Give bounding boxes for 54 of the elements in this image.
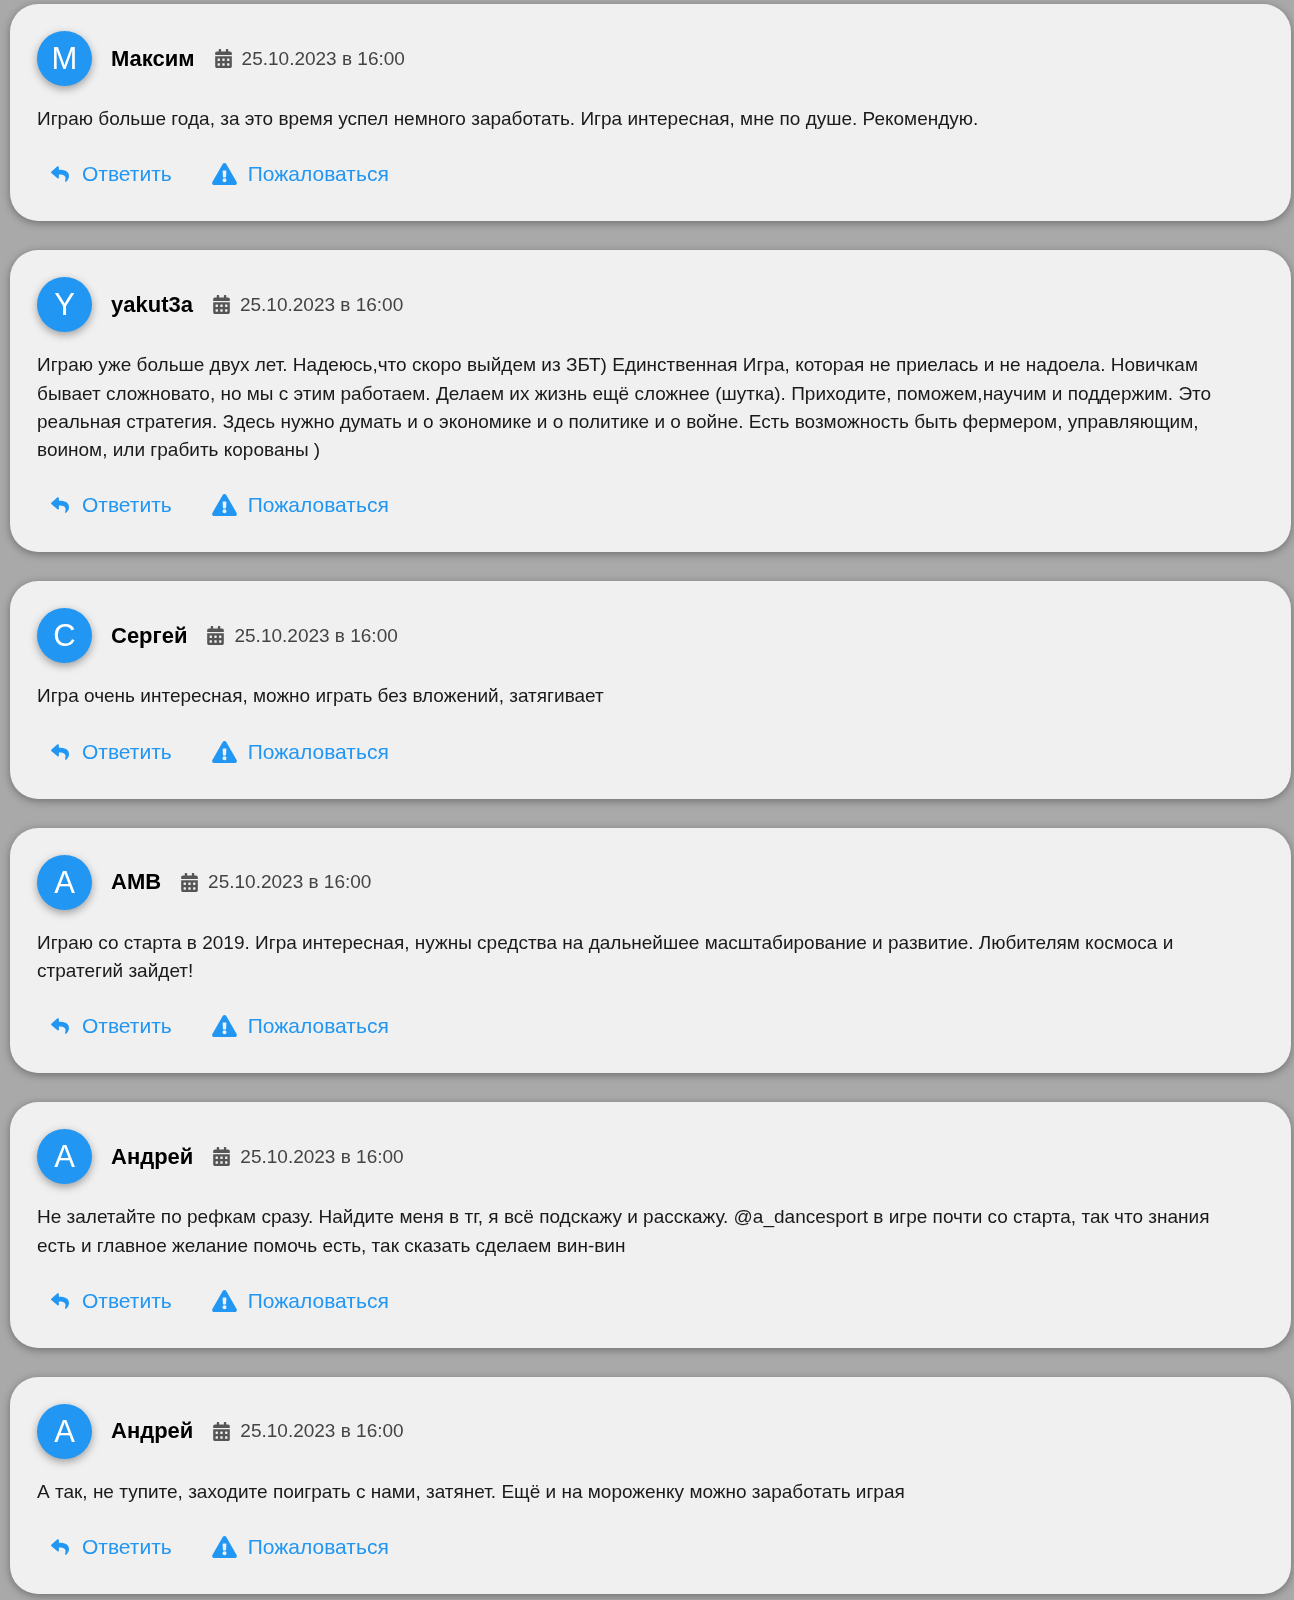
reply-link[interactable]: Ответить <box>37 1277 184 1324</box>
warning-icon <box>211 1289 237 1312</box>
reply-icon <box>49 1538 71 1557</box>
calendar-icon <box>212 295 230 315</box>
calendar-icon <box>213 1421 231 1441</box>
report-link[interactable]: Пожаловаться <box>199 151 401 198</box>
reply-link[interactable]: Ответить <box>37 1524 184 1571</box>
comment-text: Играю со старта в 2019. Игра интересная, нужны средства на дальнейшее масштабирование и развитие. Любителям космоса и стратегий зайдет! <box>37 930 1175 984</box>
reply-icon <box>49 1291 71 1310</box>
comment-text: А так, не тупите, заходите поиграть с нами, затянет. Ещё и на мороженку можно заработать играя <box>37 1479 906 1504</box>
avatar: А <box>37 1129 92 1185</box>
reply-link[interactable]: Ответить <box>37 151 184 198</box>
avatar: М <box>37 31 92 86</box>
author-name: Андрей <box>111 1417 194 1446</box>
comment-text: Играю больше года, за это время успел немного заработать. Игра интересная, мне по душе. Рекомендую. <box>37 107 980 131</box>
reply-icon <box>49 496 71 515</box>
calendar-icon <box>181 872 199 892</box>
avatar: А <box>37 854 92 910</box>
comment-date: 25.10.2023 в 16:00 <box>239 292 404 317</box>
comment-date: 25.10.2023 в 16:00 <box>208 870 372 895</box>
author-name: Сергей <box>111 622 188 650</box>
author-name: Андрей <box>111 1142 194 1171</box>
author-name: yakut3a <box>111 290 193 319</box>
comment-text: Играю уже больше двух лет. Надеюсь,что скоро выйдем из ЗБТ) Единственная Игра, которая не приелась и не надоела. Новичкам бывает сложновато, но мы с этим работаем. Делаем их жизнь ещё сложнее (шутка). Приходите, поможем,научим и поддержим. Это реальная стратегия. Здесь нужно думать и о экономике и о политике и о войне. Есть возможность быть фермером, управляющим, воином, или грабить корованы ) <box>37 353 1213 463</box>
calendar-icon <box>213 1147 231 1167</box>
calendar-icon <box>207 626 225 646</box>
reply-link[interactable]: Ответить <box>37 482 184 529</box>
comment-date: 25.10.2023 в 16:00 <box>240 1419 404 1444</box>
warning-icon <box>211 740 237 763</box>
reply-link[interactable]: Ответить <box>37 728 184 775</box>
author-name: Максим <box>111 44 195 73</box>
comment-date: 25.10.2023 в 16:00 <box>241 46 405 71</box>
comment-date: 25.10.2023 в 16:00 <box>234 624 398 648</box>
reply-link[interactable]: Ответить <box>37 1003 184 1050</box>
warning-icon <box>211 494 237 517</box>
warning-icon <box>211 1536 237 1559</box>
avatar: Y <box>37 277 92 333</box>
warning-icon <box>211 1015 237 1038</box>
author-name: АМВ <box>111 868 162 897</box>
avatar: А <box>37 1403 92 1459</box>
comment-text: Игра очень интересная, можно играть без вложений, затягивает <box>37 684 605 709</box>
report-link[interactable]: Пожаловаться <box>199 482 401 529</box>
warning-icon <box>211 163 237 186</box>
comment-date: 25.10.2023 в 16:00 <box>240 1144 404 1169</box>
avatar: С <box>37 608 92 664</box>
report-link[interactable]: Пожаловаться <box>199 1277 401 1324</box>
report-link[interactable]: Пожаловаться <box>199 728 401 775</box>
report-link[interactable]: Пожаловаться <box>199 1003 401 1050</box>
report-link[interactable]: Пожаловаться <box>199 1524 401 1571</box>
comment-text: Не залетайте по рефкам сразу. Найдите меня в тг, я всё подскажу и расскажу. @a_dancesport в игре почти со старта, так что знания есть и главное желание помочь есть, так сказать сделаем вин-вин <box>37 1205 1211 1258</box>
reply-icon <box>49 165 71 184</box>
reply-icon <box>49 742 71 761</box>
reply-icon <box>49 1017 71 1036</box>
calendar-icon <box>214 49 232 68</box>
